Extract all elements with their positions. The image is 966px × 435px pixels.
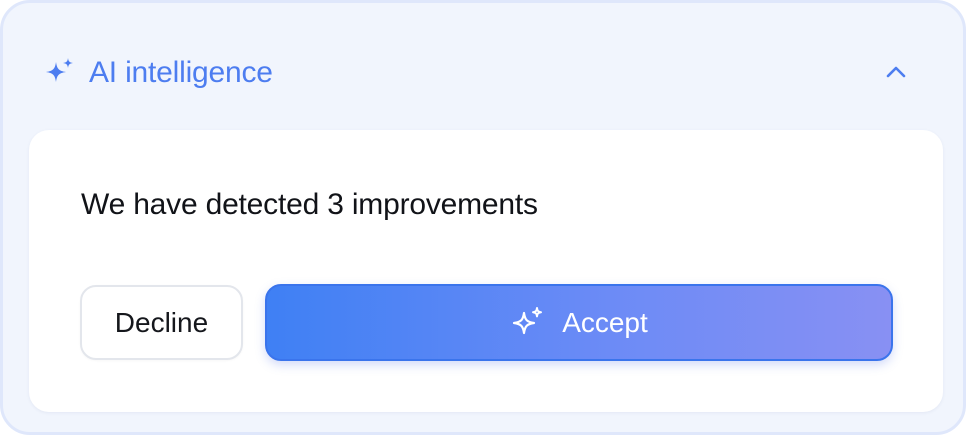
panel-header: AI intelligence [43,53,273,93]
sparkle-icon [43,56,77,90]
improvements-card: We have detected 3 improvements Decline … [29,130,943,412]
accept-button-label: Accept [562,306,648,338]
chevron-up-icon [886,66,906,78]
sparkle-outline-icon [510,305,546,341]
accept-button[interactable]: Accept [265,284,893,361]
collapse-button[interactable] [881,57,911,87]
panel-title: AI intelligence [89,56,273,89]
ai-intelligence-panel: AI intelligence We have detected 3 impro… [0,0,966,435]
decline-button[interactable]: Decline [80,285,243,360]
decline-button-label: Decline [114,306,209,338]
improvements-message: We have detected 3 improvements [81,188,538,221]
